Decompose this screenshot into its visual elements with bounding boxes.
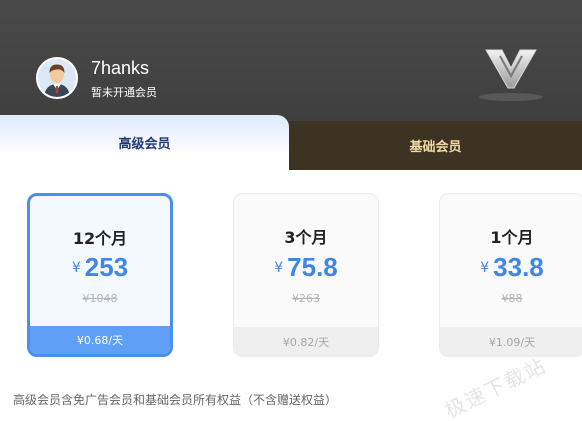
plan-options: 12个月 ¥253 ¥1048 ¥0.68/天 3个月 ¥75.8 ¥263 ¥… <box>0 170 582 370</box>
plan-card-1-month[interactable]: 1个月 ¥33.8 ¥88 ¥1.09/天 <box>439 193 582 357</box>
plan-price: ¥75.8 <box>234 252 378 283</box>
membership-status: 暂未开通会员 <box>91 86 157 99</box>
price-amount: 33.8 <box>493 252 544 282</box>
vip-v-logo-icon <box>478 42 544 104</box>
currency-symbol: ¥ <box>480 260 490 276</box>
benefits-note: 高级会员含免广告会员和基础会员所有权益（不含赠送权益） <box>13 393 338 407</box>
daily-price: ¥0.82/天 <box>234 327 378 356</box>
tab-premium-membership[interactable]: 高级会员 <box>0 115 289 170</box>
daily-price: ¥1.09/天 <box>440 327 582 356</box>
plan-card-12-months[interactable]: 12个月 ¥253 ¥1048 ¥0.68/天 <box>27 193 173 357</box>
currency-symbol: ¥ <box>71 260 81 276</box>
original-price: ¥263 <box>292 292 320 305</box>
plan-price: ¥253 <box>30 252 170 283</box>
daily-price: ¥0.68/天 <box>30 326 170 354</box>
username: 7hanks <box>91 58 150 78</box>
price-amount: 75.8 <box>287 252 338 282</box>
plan-duration: 3个月 <box>284 228 328 247</box>
tab-basic-membership[interactable]: 基础会员 <box>289 121 582 170</box>
currency-symbol: ¥ <box>274 260 284 276</box>
original-price: ¥1048 <box>82 292 118 305</box>
plan-duration: 1个月 <box>490 228 534 247</box>
user-avatar-icon[interactable] <box>36 57 78 99</box>
price-amount: 253 <box>84 252 129 282</box>
plan-duration: 12个月 <box>72 229 128 248</box>
original-price: ¥88 <box>501 292 523 305</box>
plan-card-3-months[interactable]: 3个月 ¥75.8 ¥263 ¥0.82/天 <box>233 193 379 357</box>
plan-price: ¥33.8 <box>440 252 582 283</box>
